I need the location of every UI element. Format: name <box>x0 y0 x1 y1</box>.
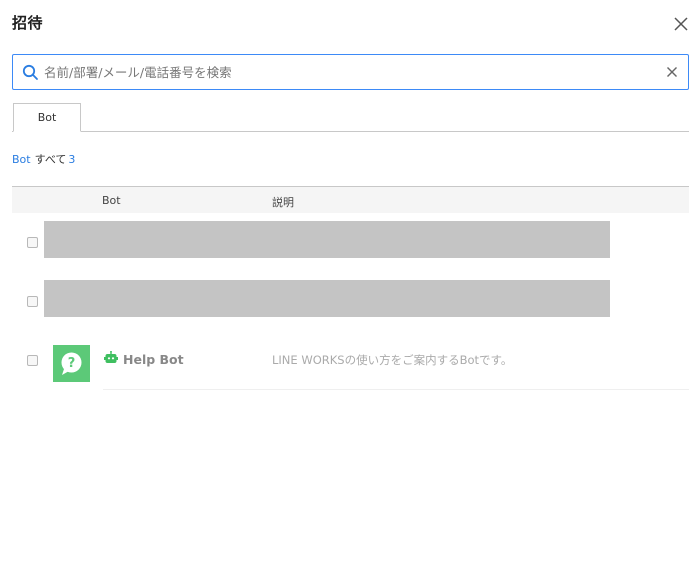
bot-avatar: ? <box>53 345 90 382</box>
table-header: Bot 説明 <box>12 186 689 213</box>
svg-text:?: ? <box>68 356 76 371</box>
table-row <box>12 213 689 272</box>
search-icon <box>22 64 38 80</box>
row-checkbox[interactable] <box>27 237 38 248</box>
row-divider <box>103 389 689 390</box>
column-header-description: 説明 <box>272 196 294 209</box>
filter-category[interactable]: Bot <box>12 153 31 166</box>
bot-description: LINE WORKSの使い方をご案内するBotです。 <box>272 353 513 367</box>
dialog-header: 招待 <box>0 0 700 46</box>
clear-search-icon[interactable] <box>666 66 678 78</box>
row-checkbox[interactable] <box>27 296 38 307</box>
table-row <box>12 272 689 331</box>
search-box <box>12 54 689 90</box>
table-row: ? Help Bot LINE WORKSの使い方をご案内するBotです。 <box>12 331 689 390</box>
column-header-bot: Bot <box>102 194 121 207</box>
dialog-title: 招待 <box>12 14 44 32</box>
close-button[interactable] <box>670 13 692 35</box>
close-icon <box>674 17 688 31</box>
tab-bar: Bot <box>12 103 689 132</box>
bot-icon <box>104 351 118 363</box>
redacted-row-content <box>44 280 610 317</box>
redacted-row-content <box>44 221 610 258</box>
tab-bot[interactable]: Bot <box>13 103 81 132</box>
search-input[interactable] <box>44 55 664 89</box>
help-question-icon: ? <box>61 352 82 375</box>
bot-table: Bot 説明 ? Help Bot LINE WORKSの使い方をご案内するBo… <box>12 186 689 390</box>
row-checkbox[interactable] <box>27 355 38 366</box>
bot-name[interactable]: Help Bot <box>123 352 184 367</box>
filter-count: 3 <box>68 153 76 166</box>
filter-breadcrumb: Bot すべて 3 <box>12 153 75 167</box>
filter-all-label: すべて <box>34 153 67 166</box>
